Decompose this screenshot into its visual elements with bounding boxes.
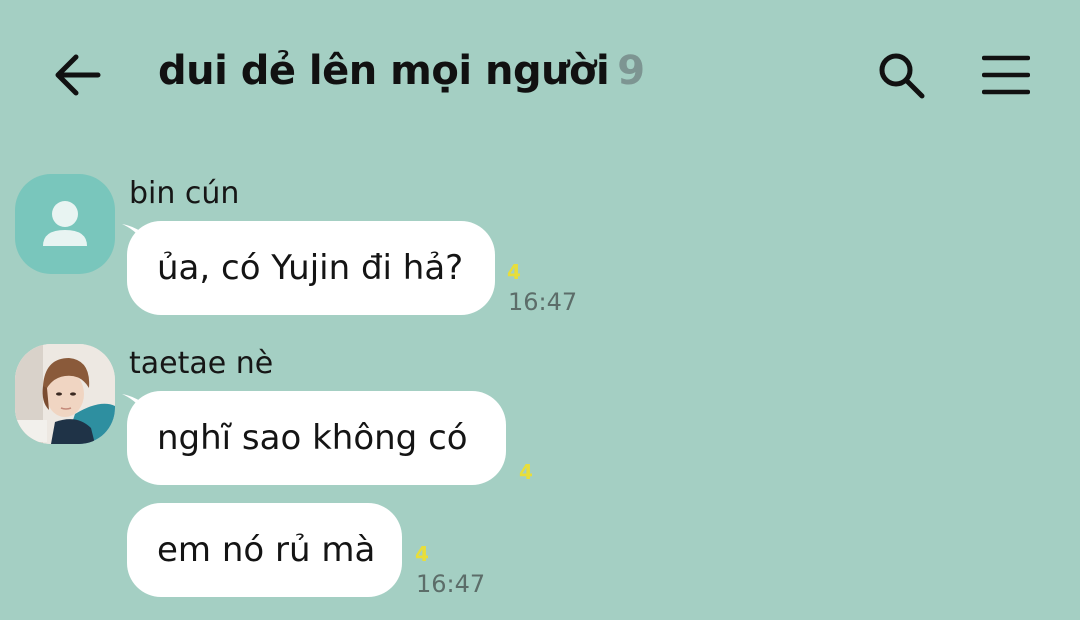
profile-photo: [15, 344, 115, 444]
message-time: 16:47: [508, 288, 578, 316]
menu-button[interactable]: [981, 54, 1031, 96]
unread-count: 4: [507, 260, 521, 284]
search-icon: [879, 53, 925, 99]
avatar[interactable]: [15, 344, 115, 444]
hamburger-menu-icon: [981, 55, 1031, 95]
sender-name: taetae nè: [129, 346, 274, 381]
unread-count: 4: [415, 542, 429, 566]
unread-count: 4: [519, 460, 533, 484]
message-text: em nó rủ mà: [157, 530, 376, 570]
message-bubble[interactable]: em nó rủ mà: [127, 503, 402, 597]
chat-title: dui dẻ lên mọi người: [158, 48, 610, 94]
default-person-icon: [43, 201, 87, 246]
message-bubble[interactable]: ủa, có Yujin đi hả?: [127, 221, 495, 315]
avatar[interactable]: [15, 174, 115, 274]
back-button[interactable]: [52, 52, 102, 98]
chat-title-area[interactable]: dui dẻ lên mọi người 9: [158, 48, 645, 94]
message-bubble[interactable]: nghĩ sao không có: [127, 391, 506, 485]
message-text: ủa, có Yujin đi hả?: [157, 248, 464, 288]
message-time: 16:47: [416, 570, 486, 598]
member-count: 9: [617, 48, 645, 94]
search-button[interactable]: [876, 50, 926, 100]
sender-name: bin cún: [129, 176, 240, 211]
arrow-left-icon: [55, 54, 101, 96]
message-text: nghĩ sao không có: [157, 418, 468, 458]
chat-header: dui dẻ lên mọi người 9: [0, 0, 1080, 150]
